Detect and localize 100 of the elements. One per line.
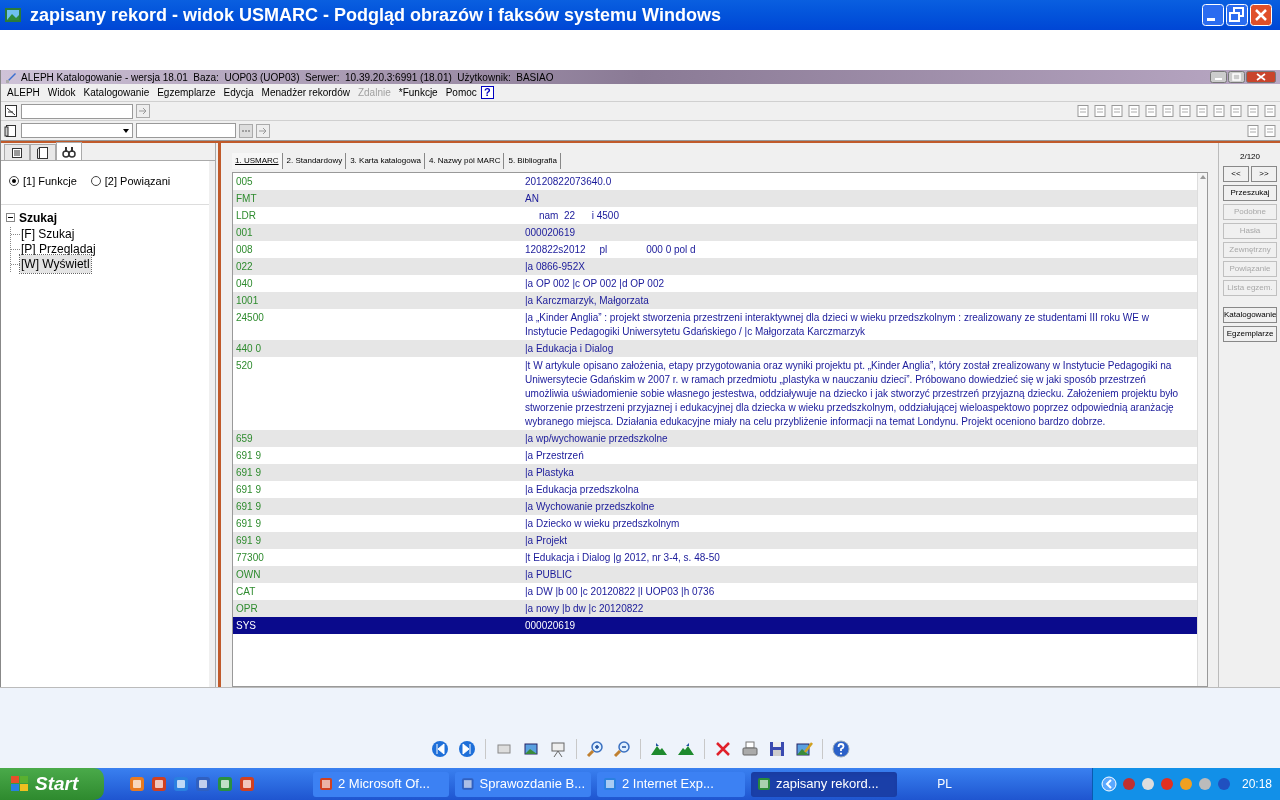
field-value: 000020619 [525,618,577,633]
language-indicator[interactable]: PL [937,775,952,793]
nav-button[interactable]: >> [1251,166,1277,182]
field-tag: 691 9 [233,498,525,515]
field-tag: CAT [233,583,525,600]
nav-button[interactable]: << [1223,166,1249,182]
printer-icon[interactable] [740,740,759,758]
projector-icon[interactable] [548,740,567,758]
list-icon [10,145,24,160]
field-value: |a OP 002 |c OP 002 |d OP 002 [525,276,665,291]
field-value: |a Przestrzeń [525,448,585,463]
field-tag: 77300 [233,549,525,566]
field-value: 000020619 [525,225,577,240]
field-value: |a Wychowanie przedszkolne [525,499,656,514]
dropdown-field[interactable] [21,123,133,138]
record-tab[interactable]: 3. Karta katalogowa [347,153,425,169]
zoom-in-icon[interactable] [585,740,604,758]
field-value: |a PUBLIC [525,567,574,582]
delete-icon[interactable] [713,740,732,758]
taskbar-button[interactable]: 2 Microsoft Of... [313,771,449,797]
panel-tab[interactable] [4,144,30,160]
picture-icon[interactable] [521,740,540,758]
taskbar-button[interactable]: zapisany rekord... [751,771,897,797]
taskbar-button[interactable]: Sprawozdanie B... [455,771,591,797]
panel-tab[interactable] [56,142,82,160]
field-value: |a „Kinder Anglia” : projekt stworzenia przestrzeni interaktywnej dla dzieci w wieku przedszkolnym : zrealizowany ze studentami III roku WE w Instytucie Pedagogiki Uniwersytetu Gdańskiego / |c Małgorzata Karczmarzyk [525,310,1150,339]
menu-item[interactable]: Egzemplarze [153,85,220,100]
help-icon[interactable] [831,740,850,758]
field-tag: SYS [233,617,525,634]
maximize-icon[interactable] [1228,71,1245,83]
tree-item[interactable]: [W] Wyświetl [20,255,91,273]
record-tab[interactable]: 1. USMARC [232,153,283,169]
field-value: |a Projekt [525,533,569,548]
field-value: |a Dziecko w wieku przedszkolnym [525,516,681,531]
start-button[interactable]: Start [0,768,104,800]
field-tag: 691 9 [233,447,525,464]
field-value: |a wp/wychowanie przedszkolne [525,431,669,446]
field-value: |a Plastyka [525,465,575,480]
menu-item[interactable]: Pomoc [441,85,481,100]
panel-tab[interactable] [30,144,56,160]
scroll-bar[interactable] [1197,173,1207,686]
side-button[interactable]: Przeszukaj [1223,185,1277,201]
field-tag: 040 [233,275,525,292]
edit-icon[interactable] [794,740,813,758]
page-icon[interactable] [4,123,18,138]
chevron-icon[interactable] [1100,776,1117,792]
record-tab[interactable]: 2. Standardowy [283,153,347,169]
mountain-icon[interactable] [649,740,668,758]
record-tab[interactable]: 5. Bibliografia [505,153,561,169]
field-value: nam 22 i 4500 [537,208,620,223]
field-tag: 440 0 [233,340,525,357]
field-value: |a Karczmarzyk, Małgorzata [525,293,650,308]
app-icon [603,777,617,791]
save-icon[interactable] [767,740,786,758]
windows-logo-icon [10,775,30,793]
radio-label: [1] Funkcje [23,174,77,189]
field-value: AN [525,191,540,206]
field-value: |a Edukacja przedszkolna [525,482,640,497]
field-tag: LDR [233,207,525,224]
field-value: |t W artykule opisano założenia, etapy przygotowania oraz wyniki projektu pt. „Kinder Anglia”, który został zrealizowany w Instytucie Pedagogiki na Uniwersytecie Gdańskim w 2007 r. w ramach przedmiotu „plastyka w nauczaniu dzieci”. Próbowano dowiedzieć się w jaki sposób przestrzeń umożliwia uświadomienie sobie własnego jestestwa, oddziaływuje na dziecko i jak stworzyć przestrzeń przyjazną dziecku. Założeniem projektu było stworzenie przestrzeni przyjaznej i edukacyjnej dla dziecka w wieku przedszkolnym, oddziałującej wieloaspektowo poprzez odpowiednią aranżację wybranego miejsca. Działania edukacyjne miały na celu przybliżenie informacji na temat Londynu. Projekt oceniono bardzo dobrze. [525,358,1180,429]
menu-item[interactable]: Katalogowanie [79,85,154,100]
side-button[interactable]: Katalogowanie [1223,307,1277,323]
field-tag: 691 9 [233,532,525,549]
menu-item[interactable]: Widok [43,85,80,100]
side-button[interactable]: Egzemplarze [1223,326,1277,342]
more-icon[interactable] [239,123,253,138]
field-tag: 008 [233,241,525,258]
clock: 20:18 [1241,776,1272,793]
menu-item[interactable]: ALEPH [3,85,44,100]
zoom-out-icon[interactable] [612,740,631,758]
restore-icon[interactable] [1226,4,1248,26]
menu-item[interactable]: Menadżer rekordów [257,85,354,100]
field-tag: OPR [233,600,525,617]
form-icon[interactable] [4,104,18,118]
up-arrow-icon[interactable] [1199,175,1206,179]
collapse-toggle[interactable] [6,213,15,222]
pen-icon [5,71,17,83]
arrow-icon[interactable] [136,104,150,118]
field-value: |t Edukacja i Dialog |g 2012, nr 3-4, s. 48-50 [525,550,721,565]
forward-icon[interactable] [457,740,476,758]
help-button[interactable]: ? [480,86,494,99]
menu-item[interactable]: *Funkcje [394,85,442,100]
menu-item[interactable]: Edycja [219,85,258,100]
text-field[interactable] [136,123,236,138]
field-tag: 691 9 [233,515,525,532]
back-icon[interactable] [430,740,449,758]
tree-node[interactable]: Szukaj [19,208,57,227]
app-icon [757,777,771,791]
close-icon[interactable] [1246,71,1276,83]
radio-label: [2] Powiązani [104,174,171,189]
field-tag: 1001 [233,292,525,309]
field-tag: 659 [233,430,525,447]
taskbar-button[interactable]: 2 Internet Exp... [597,771,745,797]
tree-item[interactable]: [F] Szukaj [20,225,76,243]
record-tab[interactable]: 4. Nazwy pól MARC [425,153,505,169]
field-value: |a 0866-952X [525,259,586,274]
minimize-icon[interactable] [1210,71,1227,83]
picture-icon [4,7,22,23]
field-tag: 005 [233,173,525,190]
text-field[interactable] [21,103,133,119]
